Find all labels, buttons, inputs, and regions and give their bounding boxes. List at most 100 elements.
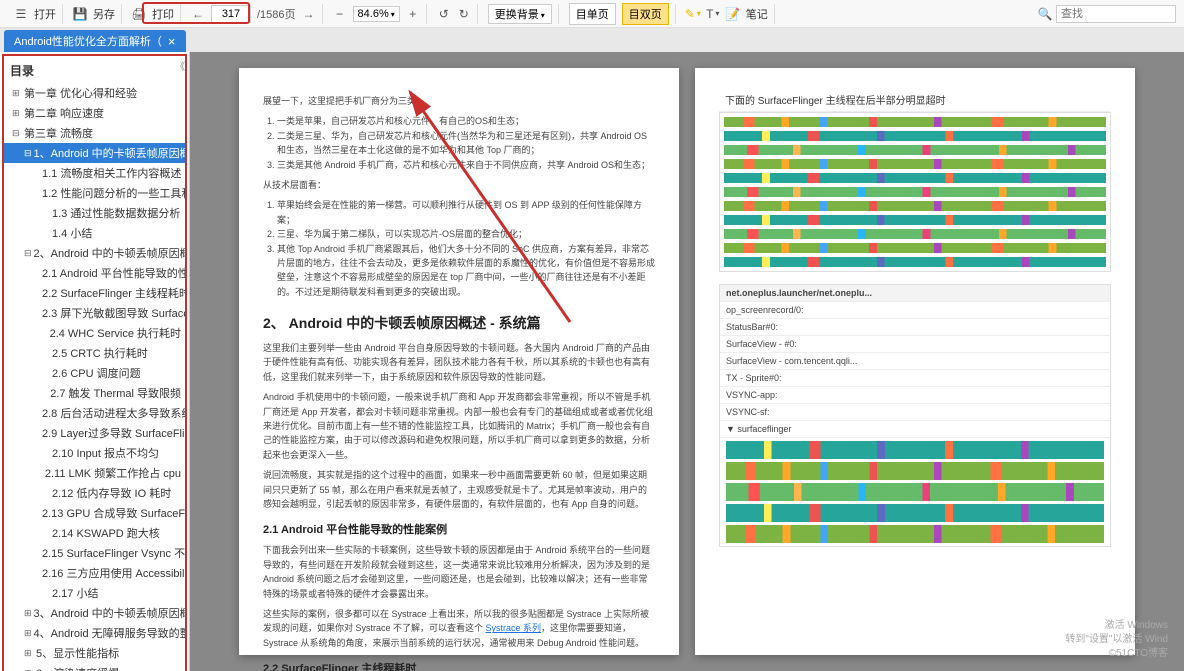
toc-expand-icon[interactable]: ⊟ [24,248,32,259]
trace-bar [726,441,1104,459]
toolbar: ☰ 打开 💾 另存 🖨 打印 ← /1586页 → − 84.6%▾ + ↺ ↻… [0,0,1184,28]
highlight-icon[interactable]: ✎▾ [686,7,700,21]
collapse-icon[interactable]: 《 [175,58,185,73]
panel-row: op_screenrecord/0: [720,302,1110,319]
tab-title: Android性能优化全方面解析（ [14,33,162,49]
toc-item[interactable]: 2.7 触发 Thermal 导致限频 [4,383,185,403]
open-button[interactable]: 打开 [34,6,56,22]
tab-close-icon[interactable]: × [168,35,176,48]
panel-header: net.oneplus.launcher/net.oneplu... [720,285,1110,302]
text-tool-icon[interactable]: T▾ [706,7,720,21]
doc-text: 这里我们主要列举一些由 Android 平台自身原因导致的卡顿问题。各大国内 A… [263,341,655,384]
toc-item[interactable]: ⊞3、Android 中的卡顿丢帧原因概述 - 应 [4,603,185,623]
panel-row: VSYNC-app: [720,387,1110,404]
print-icon[interactable]: 🖨 [132,7,146,21]
zoom-out-icon[interactable]: − [333,7,347,21]
bg-change-dropdown[interactable]: 更换背景▾ [488,4,552,24]
toc-expand-icon[interactable]: ⊟ [12,128,22,139]
panel-row: VSYNC-sf: [720,404,1110,421]
toc-item[interactable]: 2.16 三方应用使用 Accessibility 服务 [4,563,185,583]
doc-text: 说回流畅度，其实就是指的这个过程中的画面，如果来一秒中画面需要更新 60 帧，但… [263,468,655,511]
panel-row: ▼ surfaceflinger [720,421,1110,438]
toc-item[interactable]: ⊞第一章 优化心得和经验 [4,83,185,103]
rotate-right-icon[interactable]: ↻ [457,7,471,21]
document-tab[interactable]: Android性能优化全方面解析（ × [4,30,186,52]
toc-expand-icon[interactable]: ⊞ [12,108,22,119]
toc-item[interactable]: 2.17 小结 [4,583,185,603]
single-page-button[interactable]: 目单页 [569,3,616,25]
toc-item[interactable]: ⊟第三章 流畅度 [4,123,185,143]
toc-item[interactable]: 2.5 CRTC 执行耗时 [4,343,185,363]
note-button[interactable]: 笔记 [746,6,768,22]
toc-item[interactable]: 2.3 屏下光敏截图导致 SurfaceFlinge [4,303,185,323]
double-page-button[interactable]: 目双页 [622,3,669,25]
toc-item-label: 6、渲染速度缓慢 [36,665,119,671]
systrace-link[interactable]: Systrace 系列 [486,623,542,633]
toc-expand-icon[interactable]: ⊞ [24,668,34,671]
toc-item[interactable]: 2.13 GPU 合成导致 SurfaceFlinger 耗 [4,503,185,523]
zoom-in-icon[interactable]: + [406,7,420,21]
toc-item[interactable]: 2.11 LMK 频繁工作抢占 cpu [4,463,185,483]
toc-item[interactable]: 2.8 后台活动进程太多导致系统繁忙 [4,403,185,423]
toc-item-label: 1.4 小结 [52,225,92,241]
toc-item[interactable]: ⊞4、Android 无障碍服务导致的整机卡顿 [4,623,185,643]
panel-row: SurfaceView - #0: [720,336,1110,353]
toc-item[interactable]: 1.4 小结 [4,223,185,243]
toc-item[interactable]: 1.3 通过性能数据数据分析 [4,203,185,223]
toc-title: 目录 [4,58,185,83]
toc-item-label: 2.11 LMK 频繁工作抢占 cpu [45,465,181,481]
toc-expand-icon[interactable]: ⊟ [24,148,32,159]
toc-item[interactable]: 2.6 CPU 调度问题 [4,363,185,383]
toc-expand-icon[interactable]: ⊞ [12,88,22,99]
toc-item[interactable]: ⊞6、渲染速度缓慢 [4,663,185,671]
toc-expand-icon[interactable]: ⊞ [24,648,34,659]
search-icon[interactable]: 🔍 [1038,7,1052,21]
toc-item-label: 2.5 CRTC 执行耗时 [52,345,148,361]
zoom-value[interactable]: 84.6%▾ [353,6,400,22]
menu-icon[interactable]: ☰ [14,7,28,21]
toc-item[interactable]: 2.10 Input 报点不均匀 [4,443,185,463]
toc-item[interactable]: 2.1 Android 平台性能导致的性能案例 [4,263,185,283]
print-button[interactable]: 打印 [152,6,174,22]
note-icon[interactable]: 📝 [726,7,740,21]
toc-item-label: 2.13 GPU 合成导致 SurfaceFlinger 耗 [42,505,185,521]
toc-item[interactable]: 2.4 WHC Service 执行耗时 [4,323,185,343]
panel-row: TX - Sprite#0: [720,370,1110,387]
doc-text: 其他 Top Android 手机厂商紧跟其后，他们大多十分不同的 SoC 供应… [277,242,655,300]
trace-bar [726,504,1104,522]
toc-expand-icon[interactable]: ⊞ [24,628,32,639]
toc-item[interactable]: 2.15 SurfaceFlinger Vsync 不均匀 [4,543,185,563]
toc-item-label: 2.1 Android 平台性能导致的性能案例 [42,265,185,281]
content-area: 展望一下，这里提把手机厂商分为三类： 一类是苹果，自己研发芯片和核心元件，有自己… [190,52,1184,671]
toc-item[interactable]: ⊞5、显示性能指标 [4,643,185,663]
toc-item-label: 第一章 优化心得和经验 [24,85,137,101]
next-page-icon[interactable]: → [302,7,316,21]
toc-item[interactable]: 2.12 低内存导致 IO 耗时 [4,483,185,503]
toc-item-label: 2.7 触发 Thermal 导致限频 [50,385,181,401]
toc-item[interactable]: 1.2 性能问题分析的一些工具和套路 [4,183,185,203]
panel-row: SurfaceView - com.tencent.qqli... [720,353,1110,370]
toc-item[interactable]: ⊞第二章 响应速度 [4,103,185,123]
page-total: /1586页 [257,6,296,22]
toc-item[interactable]: 1.1 流畅度相关工作内容概述 [4,163,185,183]
toc-item-label: 5、显示性能指标 [36,645,119,661]
toc-item-label: 1.2 性能问题分析的一些工具和套路 [42,185,185,201]
toc-item[interactable]: ⊟2、Android 中的卡顿丢帧原因概述 - 系 [4,243,185,263]
trace-caption: 下面的 SurfaceFlinger 主线程在后半部分明显超时 [719,88,1111,112]
trace-bar [726,462,1104,480]
save-icon[interactable]: 💾 [73,7,87,21]
search-input[interactable] [1056,5,1176,23]
page-input[interactable] [211,5,251,23]
toc-item[interactable]: 2.2 SurfaceFlinger 主线程耗时 [4,283,185,303]
rotate-left-icon[interactable]: ↺ [437,7,451,21]
toc-item[interactable]: 2.14 KSWAPD 跑大核 [4,523,185,543]
prev-page-icon[interactable]: ← [191,7,205,21]
trace-panel: net.oneplus.launcher/net.oneplu... op_sc… [719,284,1111,547]
toc-item[interactable]: 2.9 Layer过多导致 SurfaceFlinger L [4,423,185,443]
toc-expand-icon[interactable]: ⊞ [24,608,32,619]
toc-item-label: 2.2 SurfaceFlinger 主线程耗时 [42,285,185,301]
toc-item[interactable]: ⊟1、Android 中的卡顿丢帧原因概述 - 方 [4,143,185,163]
save-button[interactable]: 另存 [93,6,115,22]
doc-text: 从技术层面看： [263,178,655,192]
trace-bar [726,525,1104,543]
